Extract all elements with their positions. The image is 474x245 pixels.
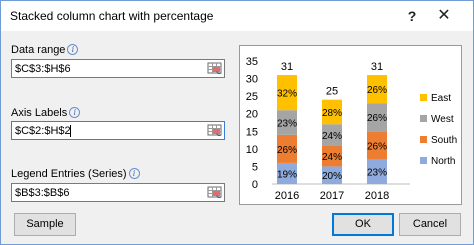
legend-label: East bbox=[431, 93, 451, 104]
info-icon[interactable]: i bbox=[69, 107, 81, 118]
ok-button[interactable]: OK bbox=[332, 213, 394, 236]
data-label: 26% bbox=[367, 141, 387, 152]
data-label: 24% bbox=[322, 131, 342, 142]
legend-entries-select-button[interactable] bbox=[207, 185, 223, 200]
data-range-label: Data range i bbox=[11, 44, 79, 56]
legend-swatch bbox=[420, 136, 427, 143]
data-range-label-text: Data range bbox=[11, 44, 66, 56]
total-label: 31 bbox=[281, 61, 293, 73]
range-select-icon bbox=[207, 186, 222, 198]
data-range-field[interactable] bbox=[11, 59, 225, 78]
data-label: 28% bbox=[322, 108, 342, 119]
legend-label: South bbox=[431, 135, 457, 146]
total-label: 31 bbox=[371, 61, 383, 73]
range-select-icon bbox=[207, 124, 222, 136]
legend-swatch bbox=[420, 94, 427, 101]
cancel-button[interactable]: Cancel bbox=[399, 213, 461, 236]
legend-entries-label: Legend Entries (Series) i bbox=[11, 168, 140, 180]
legend-label: West bbox=[431, 114, 454, 125]
x-tick-label: 2018 bbox=[365, 190, 389, 202]
range-select-icon bbox=[207, 62, 222, 74]
data-range-select-button[interactable] bbox=[207, 61, 223, 76]
title-bar: Stacked column chart with percentage ? ✕ bbox=[1, 1, 473, 31]
y-tick-label: 15 bbox=[246, 126, 258, 138]
stacked-column-chart: 0 5 10 15 20 25 30 35 19% 26% 23% 32% 31 2016 20% 24% 24… bbox=[246, 56, 457, 202]
legend-label: North bbox=[431, 156, 455, 167]
data-label: 19% bbox=[277, 169, 297, 180]
info-icon[interactable]: i bbox=[67, 44, 79, 55]
legend-entries-input[interactable] bbox=[15, 185, 195, 200]
data-label: 24% bbox=[322, 152, 342, 163]
data-label: 26% bbox=[367, 85, 387, 96]
axis-labels-field[interactable] bbox=[11, 121, 225, 140]
data-label: 23% bbox=[277, 119, 297, 130]
chart-preview: 0 5 10 15 20 25 30 35 19% 26% 23% 32% 31 2016 20% 24% 24… bbox=[239, 45, 462, 205]
axis-labels-label-text: Axis Labels bbox=[11, 107, 68, 119]
data-label: 32% bbox=[277, 89, 297, 100]
data-label: 20% bbox=[322, 171, 342, 182]
text-caret bbox=[70, 125, 71, 137]
info-icon[interactable]: i bbox=[128, 168, 140, 179]
y-tick-label: 5 bbox=[252, 161, 258, 173]
help-button[interactable]: ? bbox=[397, 4, 427, 28]
data-range-input[interactable] bbox=[15, 61, 195, 76]
axis-labels-select-button[interactable] bbox=[207, 123, 223, 138]
y-tick-label: 0 bbox=[252, 179, 258, 191]
legend-swatch bbox=[420, 157, 427, 164]
dialog-title: Stacked column chart with percentage bbox=[10, 9, 214, 23]
axis-labels-input[interactable] bbox=[15, 123, 195, 138]
x-tick-label: 2017 bbox=[320, 190, 344, 202]
total-label: 25 bbox=[326, 86, 338, 98]
y-tick-label: 10 bbox=[246, 144, 258, 156]
data-label: 23% bbox=[367, 168, 387, 179]
y-tick-label: 35 bbox=[246, 56, 258, 68]
y-tick-label: 30 bbox=[246, 74, 258, 86]
legend-entries-field[interactable] bbox=[11, 183, 225, 202]
close-button[interactable]: ✕ bbox=[426, 4, 462, 28]
legend-swatch bbox=[420, 115, 427, 122]
axis-labels-label: Axis Labels i bbox=[11, 107, 81, 119]
x-tick-label: 2016 bbox=[275, 190, 299, 202]
chart-dialog: Stacked column chart with percentage ? ✕… bbox=[0, 0, 474, 245]
data-label: 26% bbox=[367, 113, 387, 124]
sample-button[interactable]: Sample bbox=[14, 213, 76, 236]
y-tick-label: 20 bbox=[246, 109, 258, 121]
data-label: 26% bbox=[277, 145, 297, 156]
legend-entries-label-text: Legend Entries (Series) bbox=[11, 168, 127, 180]
y-tick-label: 25 bbox=[246, 91, 258, 103]
